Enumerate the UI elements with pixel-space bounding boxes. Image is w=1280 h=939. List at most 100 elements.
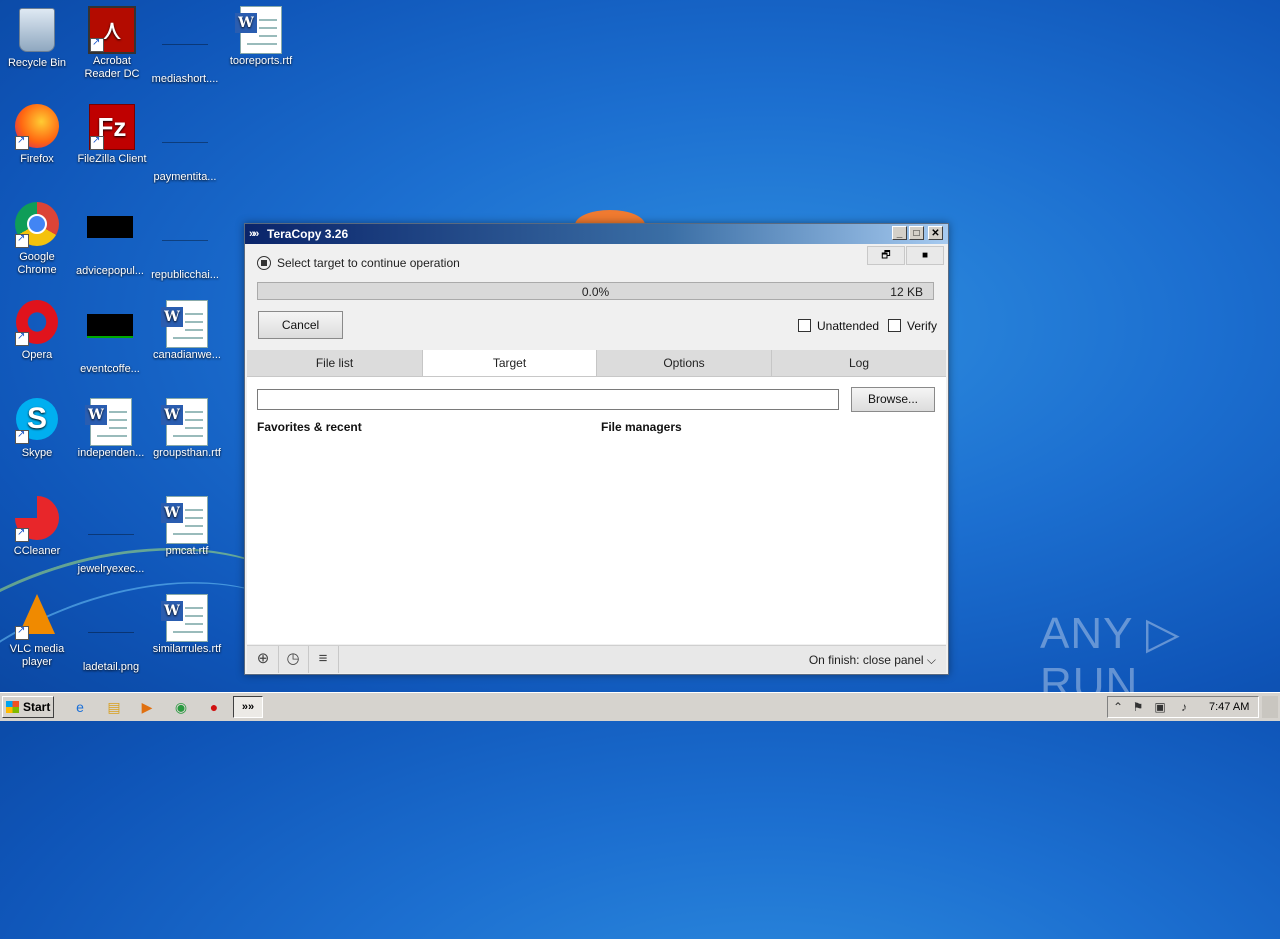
blank-file-icon <box>162 220 208 241</box>
action-center-flag-icon[interactable]: ⚑ <box>1130 699 1146 715</box>
on-finish-dropdown[interactable]: On finish: close panel ⌵ <box>809 653 936 668</box>
word-doc-icon: W <box>161 300 208 348</box>
shortcut-arrow-icon <box>15 330 29 346</box>
restore-icon: 🗗 <box>881 250 891 261</box>
taskbar: Start e ▤ ▶ ◉ ● »» ⌃ ⚑ ▣ ♪ 7:47 AM <box>0 692 1280 721</box>
status-line: Select target to continue operation <box>257 256 460 270</box>
desktop-icon-tooreports[interactable]: W tooreports.rtf <box>224 6 298 68</box>
divider <box>308 646 309 673</box>
desktop-icon-jewelryexec[interactable]: jewelryexec... <box>74 496 148 576</box>
shortcut-arrow-icon <box>15 526 29 542</box>
favorites-heading: Favorites & recent <box>257 420 362 434</box>
target-panel: Browse... Favorites & recent File manage… <box>247 377 946 644</box>
teracopy-task-button[interactable]: »» <box>233 696 263 718</box>
menu-icon[interactable]: ≡ <box>314 650 332 668</box>
word-doc-icon: W <box>161 496 208 544</box>
show-desktop-button[interactable] <box>1262 696 1278 718</box>
desktop-icon-recycle-bin[interactable]: Recycle Bin <box>0 6 74 70</box>
word-doc-icon: W <box>161 398 208 446</box>
status-stop-icon <box>257 256 271 270</box>
ie-icon[interactable]: e <box>70 697 90 717</box>
close-button[interactable]: ✕ <box>928 226 943 240</box>
divider <box>278 646 279 673</box>
desktop-icon-mediashort[interactable]: mediashort.... <box>148 6 222 86</box>
start-button[interactable]: Start <box>2 696 54 718</box>
history-icon[interactable]: ◷ <box>284 650 302 668</box>
desktop-icon-acrobat[interactable]: ⋏ Acrobat Reader DC <box>75 6 149 81</box>
browse-button[interactable]: Browse... <box>851 387 935 412</box>
shortcut-arrow-icon <box>15 134 29 150</box>
target-path-input[interactable] <box>257 389 839 410</box>
desktop-icon-pmcat[interactable]: W pmcat.rtf <box>150 496 224 558</box>
blank-file-icon <box>162 24 208 45</box>
opera-icon[interactable]: ● <box>204 697 224 717</box>
window-title: TeraCopy 3.26 <box>267 227 349 241</box>
start-label: Start <box>23 700 51 714</box>
chrome-icon[interactable]: ◉ <box>171 697 191 717</box>
desktop-icon-chrome[interactable]: Google Chrome <box>0 202 74 277</box>
desktop-icon-republicchai[interactable]: republicchai... <box>148 202 222 282</box>
desktop-icon-paymentita[interactable]: paymentita... <box>148 104 222 184</box>
network-icon[interactable]: ▣ <box>1152 699 1168 715</box>
desktop-icon-similarrules[interactable]: W similarrules.rtf <box>150 594 224 656</box>
desktop-icon-filezilla[interactable]: Fz FileZilla Client <box>75 104 149 166</box>
progress-size: 12 KB <box>890 285 923 299</box>
desktop-icon-ccleaner[interactable]: CCleaner <box>0 496 74 558</box>
shortcut-arrow-icon <box>15 232 29 248</box>
windows-logo-icon <box>6 701 19 713</box>
black-image-icon <box>87 314 133 338</box>
cancel-button[interactable]: Cancel <box>258 311 343 339</box>
desktop-icon-ladetail[interactable]: ladetail.png <box>74 594 148 674</box>
tab-options[interactable]: Options <box>597 350 772 376</box>
footer-bar: ⊕ ◷ ≡ On finish: close panel ⌵ <box>247 645 946 673</box>
shortcut-arrow-icon <box>15 428 29 444</box>
volume-icon[interactable]: ♪ <box>1176 699 1192 715</box>
shortcut-arrow-icon <box>15 624 29 640</box>
unattended-checkbox[interactable]: Unattended <box>798 319 879 333</box>
stop-button[interactable]: ■ <box>906 246 944 265</box>
desktop-icon-canadianwe[interactable]: W canadianwe... <box>150 300 224 362</box>
desktop-icon-skype[interactable]: S Skype <box>0 398 74 460</box>
tab-log[interactable]: Log <box>772 350 946 376</box>
unattended-label: Unattended <box>817 319 880 333</box>
word-doc-icon: W <box>235 6 282 54</box>
status-text: Select target to continue operation <box>277 256 460 270</box>
desktop-icon-firefox[interactable]: Firefox <box>0 104 74 166</box>
media-player-icon[interactable]: ▶ <box>137 697 157 717</box>
word-doc-icon: W <box>161 594 208 642</box>
desktop-icon-advicepopul[interactable]: advicepopul... <box>73 202 147 278</box>
black-image-icon <box>87 216 133 238</box>
shortcut-arrow-icon <box>90 36 104 52</box>
maximize-button[interactable]: □ <box>909 226 924 240</box>
minimize-button[interactable]: _ <box>892 226 907 240</box>
blank-file-icon <box>88 514 134 535</box>
teracopy-app-icon: »» <box>241 701 255 713</box>
blank-file-icon <box>88 612 134 633</box>
explorer-icon[interactable]: ▤ <box>104 697 124 717</box>
progress-percent: 0.0% <box>581 285 610 299</box>
desktop-icon-independen[interactable]: W independen... <box>74 398 148 460</box>
stop-icon: ■ <box>921 250 929 261</box>
teracopy-window: »» TeraCopy 3.26 _ □ ✕ 🗗 ■ Select target… <box>244 223 949 675</box>
tab-file-list[interactable]: File list <box>247 350 423 376</box>
clock[interactable]: 7:47 AM <box>1209 701 1249 713</box>
checkbox-box <box>798 319 811 332</box>
word-doc-icon: W <box>85 398 132 446</box>
checkbox-box <box>888 319 901 332</box>
teracopy-app-icon: »» <box>249 228 259 240</box>
add-icon[interactable]: ⊕ <box>254 650 272 668</box>
divider <box>338 646 339 673</box>
progress-bar: 0.0% 12 KB <box>257 282 934 300</box>
restore-panel-button[interactable]: 🗗 <box>867 246 905 265</box>
desktop-icon-eventcoffe[interactable]: eventcoffe... <box>73 300 147 376</box>
desktop-icon-vlc[interactable]: VLC media player <box>0 594 74 669</box>
desktop-icon-opera[interactable]: Opera <box>0 300 74 362</box>
desktop-icon-groupsthan[interactable]: W groupsthan.rtf <box>150 398 224 460</box>
tray-expand-icon[interactable]: ⌃ <box>1110 699 1126 715</box>
recycle-bin-icon <box>19 8 55 52</box>
tab-bar: File list Target Options Log <box>247 350 946 377</box>
tab-target[interactable]: Target <box>423 350 597 376</box>
verify-checkbox[interactable]: Verify <box>888 319 937 333</box>
file-managers-heading: File managers <box>601 420 682 434</box>
title-bar[interactable]: »» TeraCopy 3.26 _ □ ✕ <box>245 224 948 244</box>
